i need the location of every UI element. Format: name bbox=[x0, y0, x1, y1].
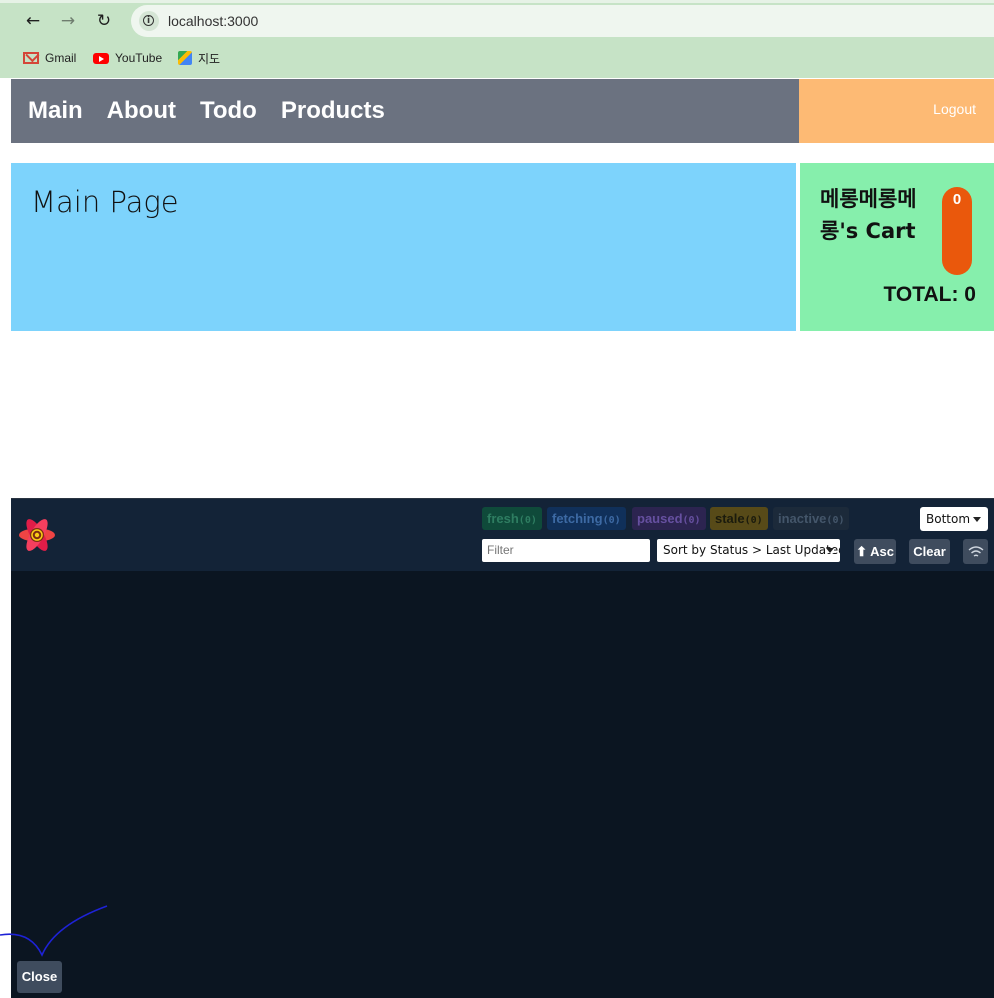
chevron-down-icon bbox=[973, 517, 981, 522]
fresh-count: (0) bbox=[518, 515, 537, 526]
fetching-count: (0) bbox=[602, 515, 621, 526]
reload-icon[interactable]: ↻ bbox=[92, 9, 116, 33]
gmail-icon bbox=[23, 52, 39, 64]
nav-link-products[interactable]: Products bbox=[281, 97, 385, 125]
inactive-badge: inactive(0) bbox=[773, 507, 850, 530]
devtools-header: fresh(0) fetching(0) paused(0) stale(0) … bbox=[11, 499, 994, 571]
fetching-badge: fetching(0) bbox=[547, 507, 626, 530]
cart-count-badge: 0 bbox=[942, 187, 972, 275]
logout-area: Logout bbox=[799, 79, 994, 143]
maps-icon bbox=[178, 51, 192, 65]
stale-label: stale bbox=[715, 511, 745, 526]
filter-input[interactable] bbox=[482, 539, 650, 562]
paused-badge: paused(0) bbox=[632, 507, 706, 530]
sort-select[interactable]: Sort by Status > Last Updated bbox=[657, 539, 840, 562]
address-bar[interactable]: i localhost:3000 bbox=[131, 5, 994, 37]
nav-link-main[interactable]: Main bbox=[28, 97, 83, 125]
bookmark-gmail[interactable]: Gmail bbox=[23, 49, 76, 67]
paused-label: paused bbox=[637, 511, 683, 526]
main-panel: Main Page bbox=[11, 163, 796, 331]
address-url[interactable]: localhost:3000 bbox=[168, 13, 258, 29]
stale-badge: stale(0) bbox=[710, 507, 768, 530]
inactive-label: inactive bbox=[778, 511, 827, 526]
bookmark-label: 지도 bbox=[198, 51, 221, 66]
tab-strip-edge bbox=[0, 0, 994, 3]
position-select[interactable]: Bottom bbox=[920, 507, 988, 531]
sort-asc-button[interactable]: ⬆ Asc bbox=[854, 539, 896, 564]
react-query-logo-icon[interactable] bbox=[17, 517, 57, 553]
cart-panel: 메롱메롱메롱's Cart 0 TOTAL: 0 bbox=[800, 163, 994, 331]
back-arrow-icon[interactable]: ← bbox=[21, 9, 45, 33]
query-devtools-panel: fresh(0) fetching(0) paused(0) stale(0) … bbox=[11, 498, 994, 998]
page-title: Main Page bbox=[31, 185, 179, 219]
nav-link-todo[interactable]: Todo bbox=[200, 97, 257, 125]
inactive-count: (0) bbox=[826, 515, 845, 526]
position-select-value: Bottom bbox=[926, 512, 971, 526]
logout-button[interactable]: Logout bbox=[933, 101, 976, 117]
forward-arrow-icon[interactable]: → bbox=[56, 9, 80, 33]
stale-count: (0) bbox=[744, 515, 763, 526]
cart-total: TOTAL: 0 bbox=[883, 283, 976, 306]
browser-toolbar: ← → ↻ i localhost:3000 Gmail YouTube 지도 bbox=[0, 0, 994, 78]
nav-link-about[interactable]: About bbox=[107, 97, 176, 125]
scribble-annotation bbox=[0, 905, 108, 957]
wifi-icon bbox=[968, 546, 983, 557]
youtube-icon bbox=[93, 52, 109, 64]
cart-title: 메롱메롱메롱's Cart bbox=[820, 187, 917, 243]
chevron-down-icon bbox=[826, 548, 834, 553]
fetching-label: fetching bbox=[552, 511, 603, 526]
bookmark-label: YouTube bbox=[115, 51, 163, 65]
clear-button[interactable]: Clear bbox=[909, 539, 950, 564]
bookmark-maps[interactable]: 지도 bbox=[178, 49, 220, 67]
bookmark-youtube[interactable]: YouTube bbox=[93, 49, 162, 67]
mock-offline-button[interactable] bbox=[963, 539, 988, 564]
paused-count: (0) bbox=[682, 515, 701, 526]
sort-select-value: Sort by Status > Last Updated bbox=[663, 543, 840, 557]
bookmark-label: Gmail bbox=[45, 51, 77, 65]
fresh-badge: fresh(0) bbox=[482, 507, 542, 530]
app-nav-bar: Main About Todo Products bbox=[11, 79, 799, 143]
fresh-label: fresh bbox=[487, 511, 519, 526]
site-info-icon[interactable]: i bbox=[139, 11, 159, 31]
